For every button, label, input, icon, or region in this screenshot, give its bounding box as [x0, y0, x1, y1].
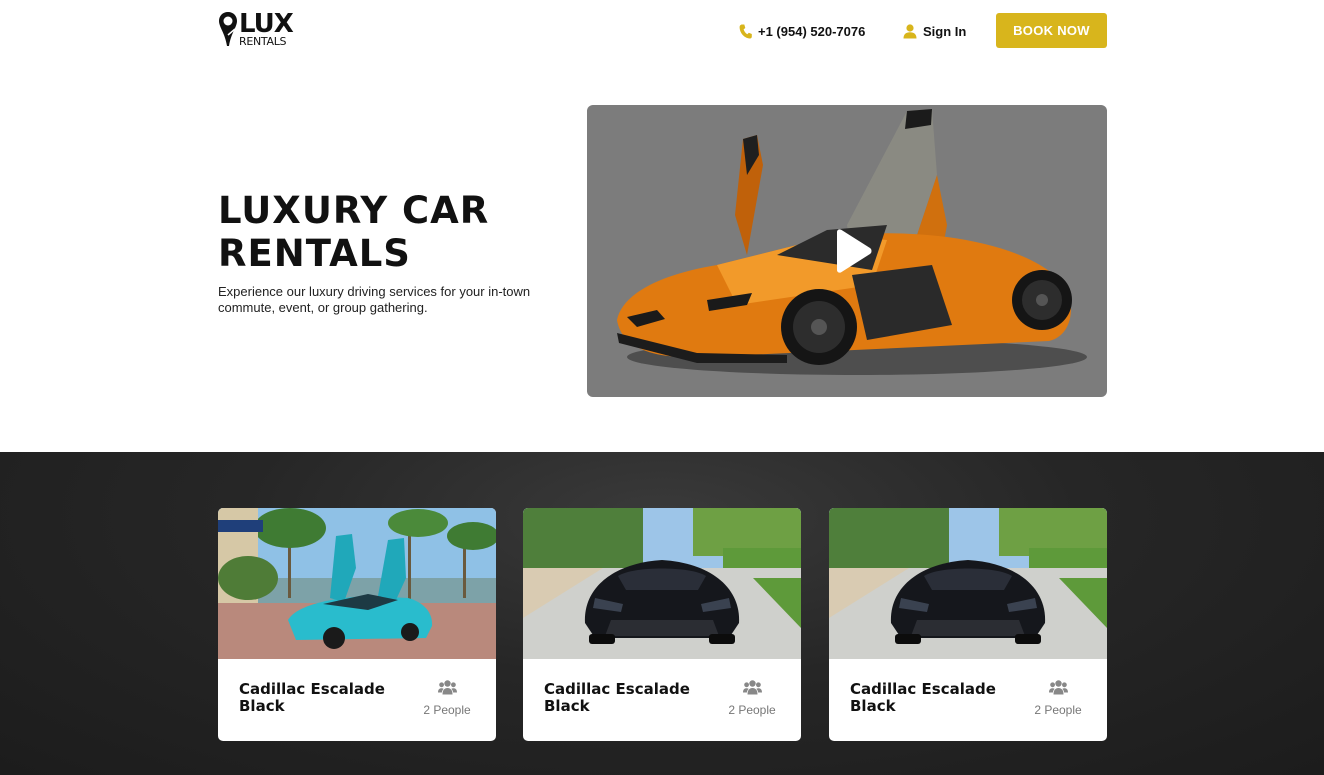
phone-number: +1 (954) 520-7076 — [758, 23, 866, 39]
people-icon — [438, 680, 457, 695]
phone-icon — [739, 24, 752, 39]
car-card[interactable]: Cadillac Escalade Black 2 People — [218, 508, 496, 741]
car-title: Cadillac Escalade Black — [239, 680, 385, 715]
people-icon — [1049, 680, 1068, 695]
sign-in-label: Sign In — [923, 23, 967, 39]
book-now-button[interactable]: BOOK NOW — [996, 13, 1107, 48]
user-icon — [903, 23, 917, 38]
sign-in-link[interactable]: Sign In — [903, 22, 966, 40]
hero-description: Experience our luxury driving services f… — [218, 284, 531, 315]
car-card[interactable]: Cadillac Escalade Black 2 People — [829, 508, 1107, 741]
hero-title: LUXURY CAR RENTALS — [218, 189, 490, 275]
site-header: LUX RENTALS +1 (954) 520-7076 Sign In BO… — [0, 0, 1324, 62]
car-title: Cadillac Escalade Black — [850, 680, 996, 715]
capacity-label: 2 People — [1034, 703, 1082, 717]
phone-link[interactable]: +1 (954) 520-7076 — [739, 22, 865, 40]
black-sports-car-photo — [829, 508, 1107, 659]
people-icon — [743, 680, 762, 695]
map-pin-icon — [219, 12, 237, 46]
logo[interactable]: LUX RENTALS — [218, 9, 294, 49]
capacity-label: 2 People — [423, 703, 471, 717]
play-icon[interactable] — [833, 229, 873, 273]
car-title: Cadillac Escalade Black — [544, 680, 690, 715]
black-sports-car-photo — [523, 508, 801, 659]
car-card[interactable]: Cadillac Escalade Black 2 People — [523, 508, 801, 741]
logo-subtext: RENTALS — [239, 35, 287, 48]
capacity-label: 2 People — [728, 703, 776, 717]
teal-sports-car-photo — [218, 508, 496, 659]
